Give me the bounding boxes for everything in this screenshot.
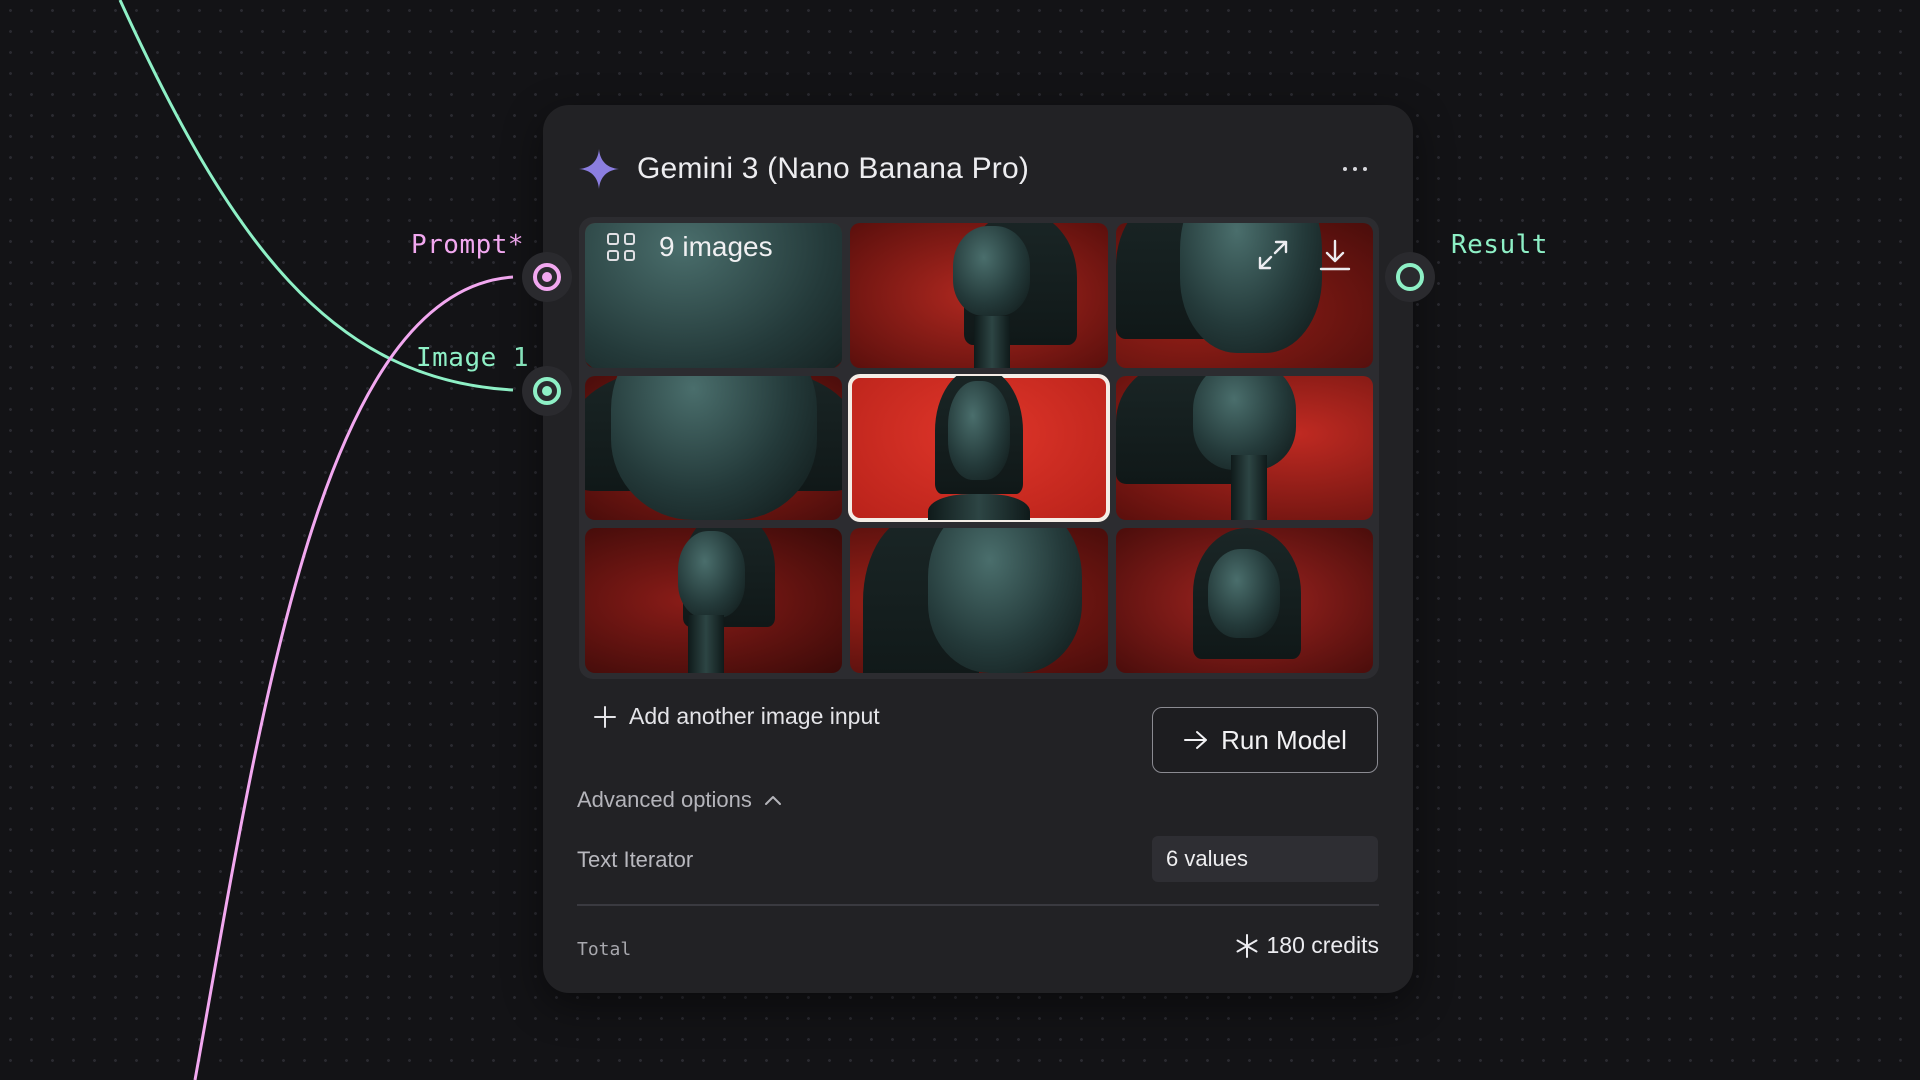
grid-view-icon[interactable] (607, 233, 635, 261)
credits-total: 180 credits (1234, 932, 1379, 959)
gallery-image[interactable] (585, 528, 843, 673)
gallery-image[interactable] (585, 375, 843, 521)
image-gallery (579, 217, 1379, 679)
run-model-button[interactable]: Run Model (1152, 707, 1378, 773)
gallery-actions (1255, 237, 1353, 273)
advanced-options-toggle[interactable]: Advanced options (577, 787, 782, 813)
text-iterator-value[interactable]: 6 values (1152, 836, 1378, 882)
expand-icon[interactable] (1255, 237, 1291, 273)
image-1-port-label: Image 1 (416, 343, 530, 373)
node-title: Gemini 3 (Nano Banana Pro) (637, 152, 1030, 185)
result-output-port[interactable] (1385, 252, 1435, 302)
arrow-right-icon (1184, 731, 1208, 749)
advanced-options-label: Advanced options (577, 787, 752, 812)
gallery-image[interactable] (1115, 375, 1373, 521)
model-node[interactable]: Gemini 3 (Nano Banana Pro) 9 images Add … (543, 105, 1413, 993)
prompt-input-port[interactable] (522, 252, 572, 302)
image-1-input-port[interactable] (522, 366, 572, 416)
add-image-input-button[interactable]: Add another image input (593, 703, 880, 730)
gallery-image[interactable] (850, 528, 1108, 673)
download-icon[interactable] (1317, 237, 1353, 273)
prompt-port-label: Prompt* (411, 230, 525, 260)
gallery-image[interactable] (1115, 528, 1373, 673)
node-header: Gemini 3 (Nano Banana Pro) (579, 141, 1377, 197)
asterisk-icon (1236, 933, 1258, 958)
image-input-wire (118, 0, 514, 392)
divider (577, 904, 1379, 906)
image-count: 9 images (659, 231, 773, 262)
result-port-label: Result (1451, 230, 1548, 260)
add-image-input-label: Add another image input (629, 703, 880, 729)
gallery-image[interactable] (850, 223, 1108, 368)
sparkle-icon (579, 149, 619, 189)
run-model-label: Run Model (1221, 724, 1347, 755)
more-options-icon[interactable] (1333, 151, 1377, 187)
credits-label: 180 credits (1266, 932, 1379, 958)
prompt-input-wire (193, 275, 514, 1080)
text-iterator-label: Text Iterator (577, 847, 694, 872)
plus-icon (594, 705, 616, 728)
gallery-image-selected[interactable] (848, 373, 1110, 523)
total-label: Total (577, 939, 632, 960)
chevron-up-icon (764, 796, 781, 805)
gallery-count: 9 images (607, 231, 773, 263)
